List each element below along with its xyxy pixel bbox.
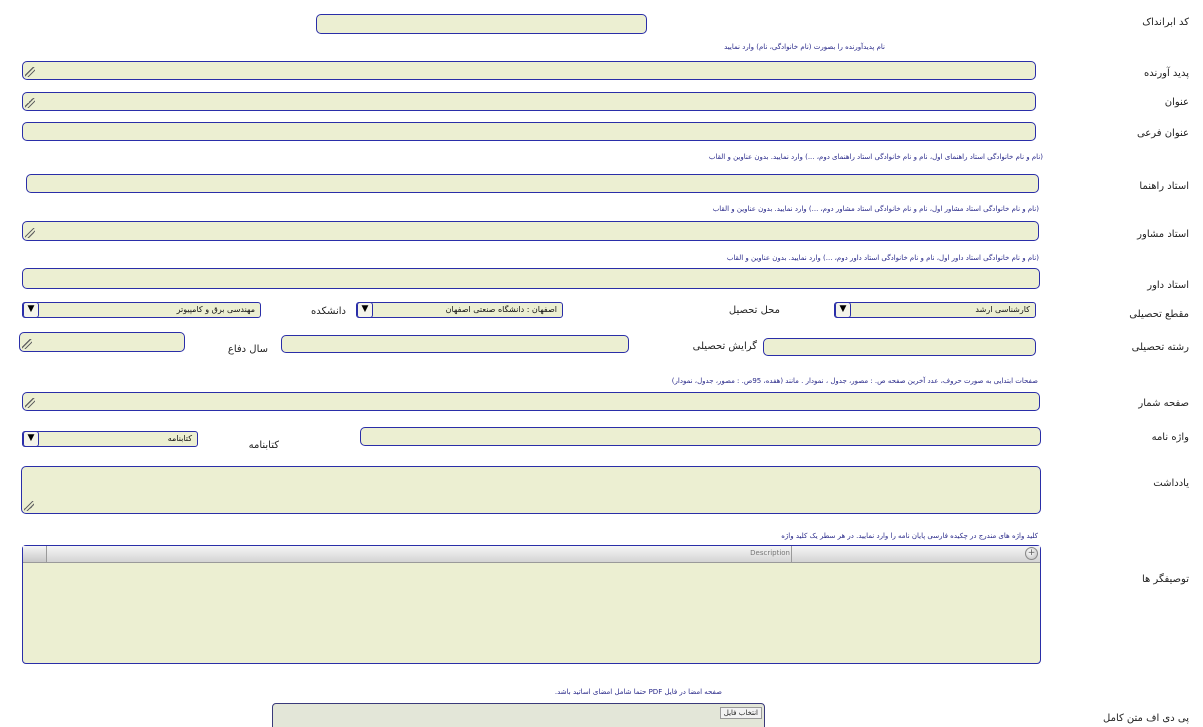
hint-referee: (نام و نام خانوادگی استاد داور اول، نام …: [726, 254, 1039, 262]
label-degree: مقطع تحصیلی: [1129, 309, 1189, 320]
degree-value: کارشناسی ارشد: [975, 305, 1030, 314]
bibliography-select[interactable]: ▼ کتابنامه: [22, 430, 198, 447]
add-row-icon[interactable]: +: [1025, 547, 1038, 560]
label-advisor: استاد مشاور: [1137, 229, 1189, 240]
label-title: عنوان: [1164, 97, 1189, 108]
hint-advisor: (نام و نام خانوادگی استاد مشاور اول، نام…: [712, 205, 1039, 213]
label-major: رشته تحصیلی: [1131, 342, 1189, 353]
creator-input[interactable]: [22, 61, 1036, 80]
grid-header-corner: [23, 546, 47, 562]
notes-textarea[interactable]: [21, 466, 1041, 514]
supervisor-input[interactable]: [26, 174, 1039, 193]
grid-header: Description +: [23, 546, 1040, 563]
label-place: محل تحصیل: [728, 305, 780, 316]
hint-creator: نام پدیدآورنده را بصورت (نام خانوادگی، ن…: [724, 43, 885, 51]
subtitle-input[interactable]: [22, 122, 1036, 141]
label-bibliography: کتابنامه: [248, 440, 279, 451]
hint-pages: صفحات ابتدایی به صورت حروف، عدد آخرین صف…: [671, 377, 1038, 385]
label-code: کد ابرانداک: [1142, 17, 1189, 28]
pages-input[interactable]: [22, 392, 1040, 411]
defense-year-input[interactable]: [19, 332, 185, 352]
faculty-value: مهندسی برق و کامپیوتر: [176, 305, 255, 314]
major-input[interactable]: [763, 338, 1036, 356]
bibliography-value: کتابنامه: [167, 434, 192, 443]
advisor-input[interactable]: [22, 221, 1039, 241]
faculty-select[interactable]: ▼ مهندسی برق و کامپیوتر: [22, 301, 261, 318]
code-input[interactable]: [316, 14, 647, 34]
label-subtitle: عنوان فرعی: [1136, 128, 1189, 139]
chevron-down-icon: ▼: [835, 301, 851, 318]
specialty-input[interactable]: [281, 335, 629, 353]
grid-column-description[interactable]: Description: [47, 546, 792, 562]
label-specialty: گرایش تحصیلی: [692, 341, 757, 352]
place-value: اصفهان : دانشگاه صنعتی اصفهان: [445, 305, 557, 314]
referee-input[interactable]: [22, 268, 1040, 289]
label-defense-year: سال دفاع: [227, 344, 268, 355]
label-faculty: دانشکده: [311, 306, 346, 317]
hint-supervisor: (نام و نام خانوادگی استاد راهنمای اول، ن…: [708, 153, 1043, 161]
choose-file-button[interactable]: انتخاب فایل: [719, 707, 762, 719]
label-referee: استاد داور: [1147, 280, 1189, 291]
chevron-down-icon: ▼: [357, 301, 373, 318]
label-glossary: واژه نامه: [1151, 432, 1189, 443]
label-descriptors: توصیفگر ها: [1141, 574, 1189, 585]
degree-select[interactable]: ▼ کارشناسی ارشد: [834, 301, 1036, 318]
glossary-input[interactable]: [360, 427, 1041, 446]
descriptors-grid[interactable]: Description +: [22, 545, 1041, 664]
label-pages: صفحه شمار: [1138, 398, 1189, 409]
label-supervisor: استاد راهنما: [1139, 181, 1189, 192]
label-fulltext-pdf: پی دی اف متن کامل: [1103, 713, 1189, 724]
pdf-file-field: انتخاب فایل: [272, 703, 765, 727]
label-creator: پدید آورنده: [1144, 68, 1189, 79]
title-input[interactable]: [22, 92, 1036, 111]
place-select[interactable]: ▼ اصفهان : دانشگاه صنعتی اصفهان: [356, 301, 563, 318]
label-notes: یادداشت: [1153, 478, 1189, 489]
hint-pdf: صفحه امضا در فایل PDF حتما شامل امضای اس…: [554, 688, 722, 696]
chevron-down-icon: ▼: [23, 301, 39, 318]
hint-descriptors: کلید واژه های مندرج در چکیده فارسی پایان…: [781, 532, 1038, 540]
chevron-down-icon: ▼: [23, 430, 39, 447]
